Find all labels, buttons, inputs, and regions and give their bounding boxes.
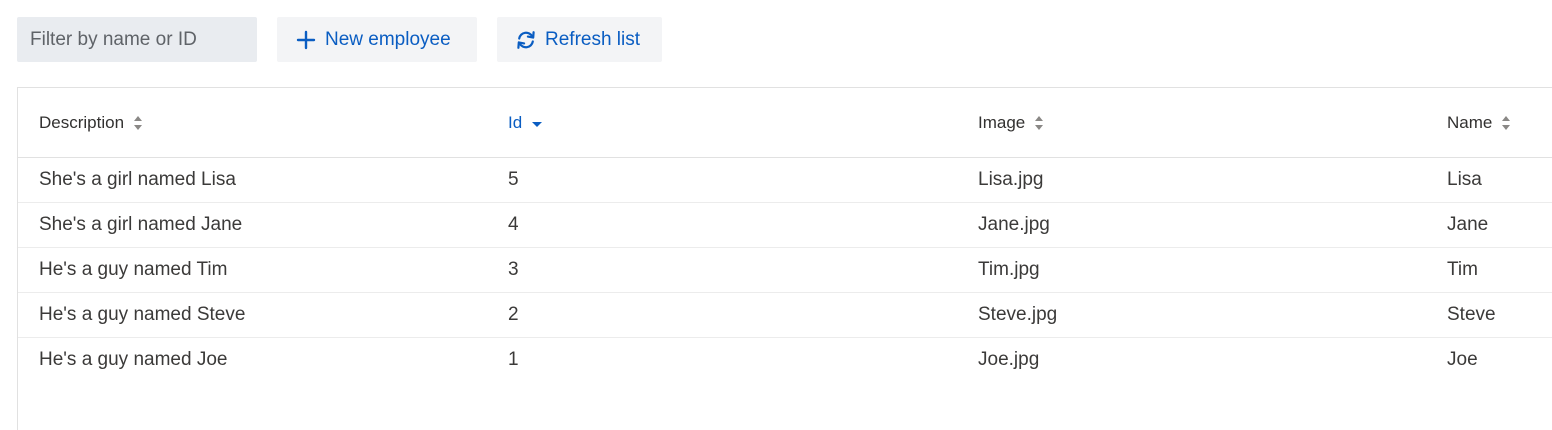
table-row[interactable]: She's a girl named Jane 4 Jane.jpg Jane	[18, 203, 1552, 248]
table-row[interactable]: He's a guy named Steve 2 Steve.jpg Steve	[18, 293, 1552, 338]
column-header-label: Image	[978, 112, 1026, 132]
cell-description: He's a guy named Steve	[39, 304, 246, 325]
refresh-list-button[interactable]: Refresh list	[497, 17, 662, 62]
column-header-label: Id	[508, 112, 523, 132]
employee-table: Description Id Image Name She's a girl n…	[17, 87, 1552, 430]
cell-description: He's a guy named Joe	[39, 349, 228, 370]
cell-image: Lisa.jpg	[978, 169, 1044, 190]
cell-image: Joe.jpg	[978, 349, 1040, 370]
cell-name: Lisa	[1447, 169, 1482, 190]
column-header-image[interactable]: Image	[978, 88, 1044, 157]
cell-description: She's a girl named Lisa	[39, 169, 236, 190]
table-header: Description Id Image Name	[18, 88, 1552, 158]
cell-id: 2	[508, 304, 519, 325]
cell-image: Tim.jpg	[978, 259, 1040, 280]
cell-image: Jane.jpg	[978, 214, 1050, 235]
cell-name: Steve	[1447, 304, 1496, 325]
sort-both-icon	[1501, 115, 1511, 131]
column-header-description[interactable]: Description	[39, 88, 143, 157]
new-employee-label: New employee	[325, 28, 451, 50]
table-row[interactable]: She's a girl named Lisa 5 Lisa.jpg Lisa	[18, 158, 1552, 203]
cell-id: 3	[508, 259, 519, 280]
new-employee-button[interactable]: New employee	[277, 17, 477, 62]
column-header-name[interactable]: Name	[1447, 88, 1511, 157]
cell-id: 5	[508, 169, 519, 190]
refresh-list-label: Refresh list	[545, 28, 641, 50]
cell-name: Joe	[1447, 349, 1478, 370]
plus-icon	[295, 29, 317, 51]
cell-id: 4	[508, 214, 519, 235]
sort-both-icon	[133, 115, 143, 131]
column-header-label: Description	[39, 112, 125, 132]
search-input[interactable]	[17, 17, 257, 62]
cell-image: Steve.jpg	[978, 304, 1058, 325]
refresh-icon	[515, 29, 537, 51]
sort-both-icon	[1034, 115, 1044, 131]
sort-descending-icon	[531, 115, 543, 131]
column-header-label: Name	[1447, 112, 1493, 132]
cell-description: She's a girl named Jane	[39, 214, 243, 235]
cell-id: 1	[508, 349, 519, 370]
column-header-id[interactable]: Id	[508, 88, 543, 157]
toolbar: New employee Refresh list	[17, 17, 662, 62]
table-row[interactable]: He's a guy named Tim 3 Tim.jpg Tim	[18, 248, 1552, 293]
cell-name: Tim	[1447, 259, 1478, 280]
table-row[interactable]: He's a guy named Joe 1 Joe.jpg Joe	[18, 338, 1552, 383]
cell-name: Jane	[1447, 214, 1489, 235]
cell-description: He's a guy named Tim	[39, 259, 228, 280]
